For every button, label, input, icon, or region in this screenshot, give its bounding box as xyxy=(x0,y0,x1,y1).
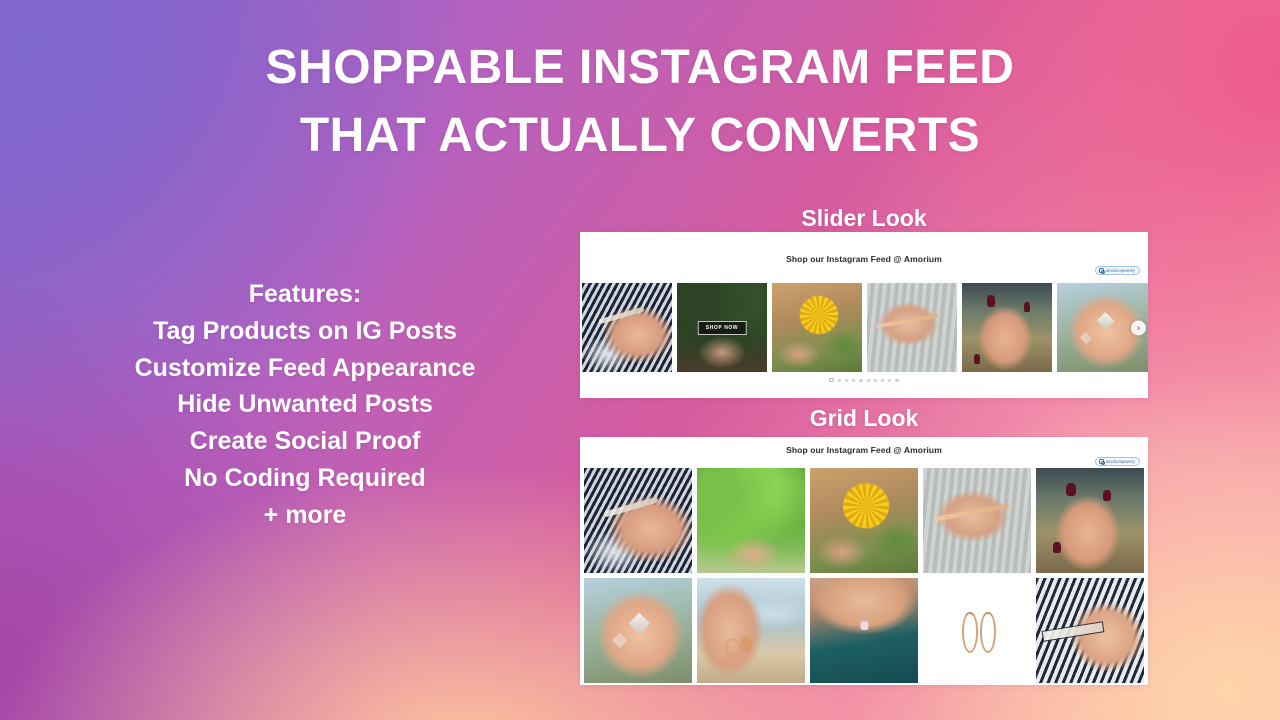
grid-item-5[interactable] xyxy=(1036,468,1144,573)
headline-line-2: THAT ACTUALLY CONVERTS xyxy=(299,109,981,163)
post-image xyxy=(584,468,692,573)
post-image xyxy=(923,468,1031,573)
pagination-dot[interactable] xyxy=(859,378,863,382)
shop-now-button[interactable]: SHOP NOW xyxy=(697,320,747,335)
grid-item-7[interactable] xyxy=(697,578,805,683)
feature-item-5: No Coding Required xyxy=(184,463,426,492)
post-image xyxy=(810,578,918,683)
instagram-handle-badge[interactable]: amoriumjewelry xyxy=(1094,266,1140,275)
feature-item-1: Tag Products on IG Posts xyxy=(153,316,457,345)
post-image xyxy=(923,578,1031,683)
grid-feed-title: Shop our Instagram Feed @ Amorium xyxy=(786,445,942,455)
grid-item-2[interactable] xyxy=(697,468,805,573)
grid-row xyxy=(584,468,1144,573)
instagram-handle-text: amoriumjewelry xyxy=(1105,268,1135,273)
features-heading: Features: xyxy=(248,280,362,308)
chevron-right-icon[interactable]: › xyxy=(1131,320,1146,335)
slider-item-4[interactable] xyxy=(867,283,957,372)
post-image xyxy=(772,283,862,372)
pagination-dot[interactable] xyxy=(895,378,899,382)
post-image xyxy=(867,283,957,372)
instagram-icon xyxy=(1098,268,1105,275)
grid-row xyxy=(584,578,1144,683)
slider-item-6[interactable]: › xyxy=(1057,283,1148,372)
post-image xyxy=(1036,578,1144,683)
slider-feed-title: Shop our Instagram Feed @ Amorium xyxy=(786,254,942,264)
grid-item-4[interactable] xyxy=(923,468,1031,573)
headline-line-1: SHOPPABLE INSTAGRAM FEED xyxy=(265,41,1015,94)
post-image xyxy=(582,283,672,372)
feature-item-2: Customize Feed Appearance xyxy=(134,353,476,382)
slider-image-strip[interactable]: SHOP NOW › xyxy=(580,283,1148,372)
slider-item-2[interactable]: SHOP NOW xyxy=(677,283,767,372)
slider-item-3[interactable] xyxy=(772,283,862,372)
feature-item-6: + more xyxy=(263,500,347,529)
slider-item-1[interactable] xyxy=(582,283,672,372)
pagination-dot[interactable] xyxy=(829,378,834,383)
pagination-dot[interactable] xyxy=(873,378,877,382)
slider-handle-row: amoriumjewelry xyxy=(580,264,1148,280)
slider-preview-panel: Shop our Instagram Feed @ Amorium amoriu… xyxy=(580,232,1148,398)
post-image xyxy=(1036,468,1144,573)
grid-item-9[interactable] xyxy=(923,578,1031,683)
feature-item-3: Hide Unwanted Posts xyxy=(177,390,433,419)
grid-section-label: Grid Look xyxy=(809,405,919,431)
instagram-handle-badge[interactable]: amoriumjewelry xyxy=(1094,457,1140,466)
features-list: Features: Tag Products on IG Posts Custo… xyxy=(60,276,550,533)
grid-preview-panel: Shop our Instagram Feed @ Amorium amoriu… xyxy=(580,437,1148,685)
grid-image-grid xyxy=(580,468,1148,685)
pagination-dot[interactable] xyxy=(866,378,870,382)
post-image xyxy=(810,468,918,573)
grid-item-1[interactable] xyxy=(584,468,692,573)
feature-item-4: Create Social Proof xyxy=(189,427,421,455)
grid-item-10[interactable] xyxy=(1036,578,1144,683)
post-image xyxy=(697,578,805,683)
post-image xyxy=(962,283,1052,372)
pagination-dot[interactable] xyxy=(852,378,856,382)
slider-section-label: Slider Look xyxy=(801,205,927,231)
instagram-handle-text: amoriumjewelry xyxy=(1105,459,1135,464)
slider-pagination-dots[interactable] xyxy=(580,378,1148,383)
pagination-dot[interactable] xyxy=(880,378,885,382)
post-image xyxy=(697,468,805,573)
instagram-icon xyxy=(1098,459,1105,466)
post-image xyxy=(584,578,692,683)
grid-item-8[interactable] xyxy=(810,578,918,683)
slider-item-5[interactable] xyxy=(962,283,1052,372)
grid-item-3[interactable] xyxy=(810,468,918,573)
pagination-dot[interactable] xyxy=(845,378,849,382)
grid-item-6[interactable] xyxy=(584,578,692,683)
pagination-dot[interactable] xyxy=(888,378,892,382)
page-title: SHOPPABLE INSTAGRAM FEED THAT ACTUALLY C… xyxy=(0,34,1280,170)
pagination-dot[interactable] xyxy=(837,378,842,382)
